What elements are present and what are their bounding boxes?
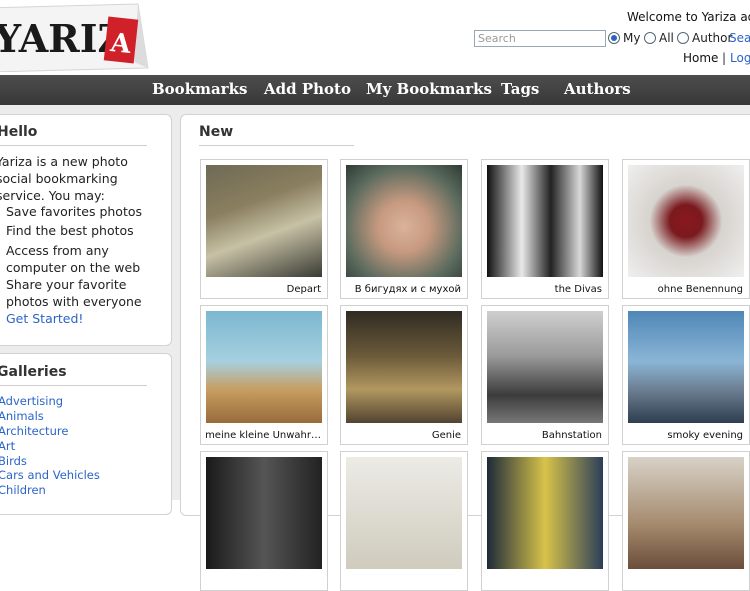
photo-card[interactable]: ohne Benennung <box>622 159 750 299</box>
radio-author[interactable]: Author <box>677 30 732 46</box>
photo-caption[interactable]: meine kleine Unwahr… <box>205 430 321 441</box>
feature-item: Access from any computer on the web <box>6 243 141 275</box>
photo-thumbnail[interactable] <box>206 457 322 569</box>
link-separator: | <box>722 51 727 65</box>
photo-caption[interactable]: В бигудях и с мухой <box>355 284 461 295</box>
photo-card[interactable]: Genie <box>340 305 468 445</box>
photo-card[interactable]: Depart <box>200 159 328 299</box>
home-link[interactable]: Home <box>683 51 718 65</box>
photo-thumbnail[interactable] <box>628 311 744 423</box>
intro-text: Yariza is a new photo social bookmarking… <box>0 154 128 203</box>
nav-authors[interactable]: Authors <box>564 80 631 98</box>
photo-caption[interactable]: Bahnstation <box>542 430 602 441</box>
divider <box>0 145 147 146</box>
divider <box>199 145 354 146</box>
photo-thumbnail[interactable] <box>628 165 744 277</box>
gallery-link-art[interactable]: Art <box>0 439 15 453</box>
gallery-link-advertising[interactable]: Advertising <box>0 394 63 408</box>
gallery-link-birds[interactable]: Birds <box>0 454 27 468</box>
photo-card[interactable] <box>622 451 750 591</box>
svg-text:A: A <box>108 28 133 60</box>
feature-item: Share your favorite photos with everyone <box>6 277 142 309</box>
photo-thumbnail[interactable] <box>487 311 603 423</box>
photo-thumbnail[interactable] <box>487 165 603 277</box>
yariza-logo[interactable]: YARIZ A <box>0 2 150 72</box>
photo-caption[interactable]: the Divas <box>555 284 602 295</box>
photo-card[interactable]: Bahnstation <box>481 305 609 445</box>
photo-caption[interactable]: ohne Benennung <box>658 284 743 295</box>
search-link[interactable]: Sea <box>729 31 750 45</box>
nav-bookmarks[interactable]: Bookmarks <box>152 80 247 98</box>
photo-thumbnail[interactable] <box>346 457 462 569</box>
photo-card[interactable]: В бигудях и с мухой <box>340 159 468 299</box>
feature-item: Find the best photos <box>6 223 134 238</box>
photo-thumbnail[interactable] <box>206 165 322 277</box>
radio-my-label: My <box>623 31 641 45</box>
photo-card[interactable]: meine kleine Unwahr… <box>200 305 328 445</box>
gallery-link-architecture[interactable]: Architecture <box>0 424 68 438</box>
photo-caption[interactable]: smoky evening <box>667 430 743 441</box>
section-title-new: New <box>199 124 234 140</box>
photo-thumbnail[interactable] <box>346 311 462 423</box>
gallery-link-children[interactable]: Children <box>0 483 46 497</box>
nav-tags[interactable]: Tags <box>501 80 539 98</box>
photo-thumbnail[interactable] <box>487 457 603 569</box>
photo-caption[interactable]: Genie <box>432 430 461 441</box>
radio-my[interactable]: My <box>608 30 640 46</box>
feature-item: Save favorites photos <box>6 204 143 219</box>
photo-thumbnail[interactable] <box>206 311 322 423</box>
site-header: YARIZ A Welcome to Yariza adm My All Aut… <box>0 0 750 75</box>
logout-link[interactable]: Log <box>730 51 750 65</box>
photo-card[interactable]: the Divas <box>481 159 609 299</box>
photo-card[interactable]: smoky evening <box>622 305 750 445</box>
gallery-link-cars[interactable]: Cars and Vehicles <box>0 468 100 482</box>
get-started-link[interactable]: Get Started! <box>6 311 83 326</box>
photo-card[interactable] <box>340 451 468 591</box>
gallery-link-animals[interactable]: Animals <box>0 409 44 423</box>
photo-card[interactable] <box>481 451 609 591</box>
radio-all[interactable]: All <box>644 30 674 46</box>
nav-my-bookmarks[interactable]: My Bookmarks <box>366 80 492 98</box>
divider <box>0 385 147 386</box>
hello-title: Hello <box>0 124 38 140</box>
radio-empty-icon[interactable] <box>644 32 656 44</box>
radio-selected-icon[interactable] <box>608 32 620 44</box>
photo-thumbnail[interactable] <box>346 165 462 277</box>
search-input[interactable] <box>474 30 606 47</box>
radio-author-label: Author <box>692 31 733 45</box>
photo-caption[interactable]: Depart <box>287 284 321 295</box>
main-nav: Bookmarks Add Photo My Bookmarks Tags Au… <box>0 75 750 105</box>
radio-empty-icon[interactable] <box>677 32 689 44</box>
galleries-title: Galleries <box>0 364 67 380</box>
nav-add-photo[interactable]: Add Photo <box>264 80 351 98</box>
welcome-message: Welcome to Yariza adm <box>627 10 750 24</box>
radio-all-label: All <box>659 31 674 45</box>
photo-card[interactable] <box>200 451 328 591</box>
photo-thumbnail[interactable] <box>628 457 744 569</box>
